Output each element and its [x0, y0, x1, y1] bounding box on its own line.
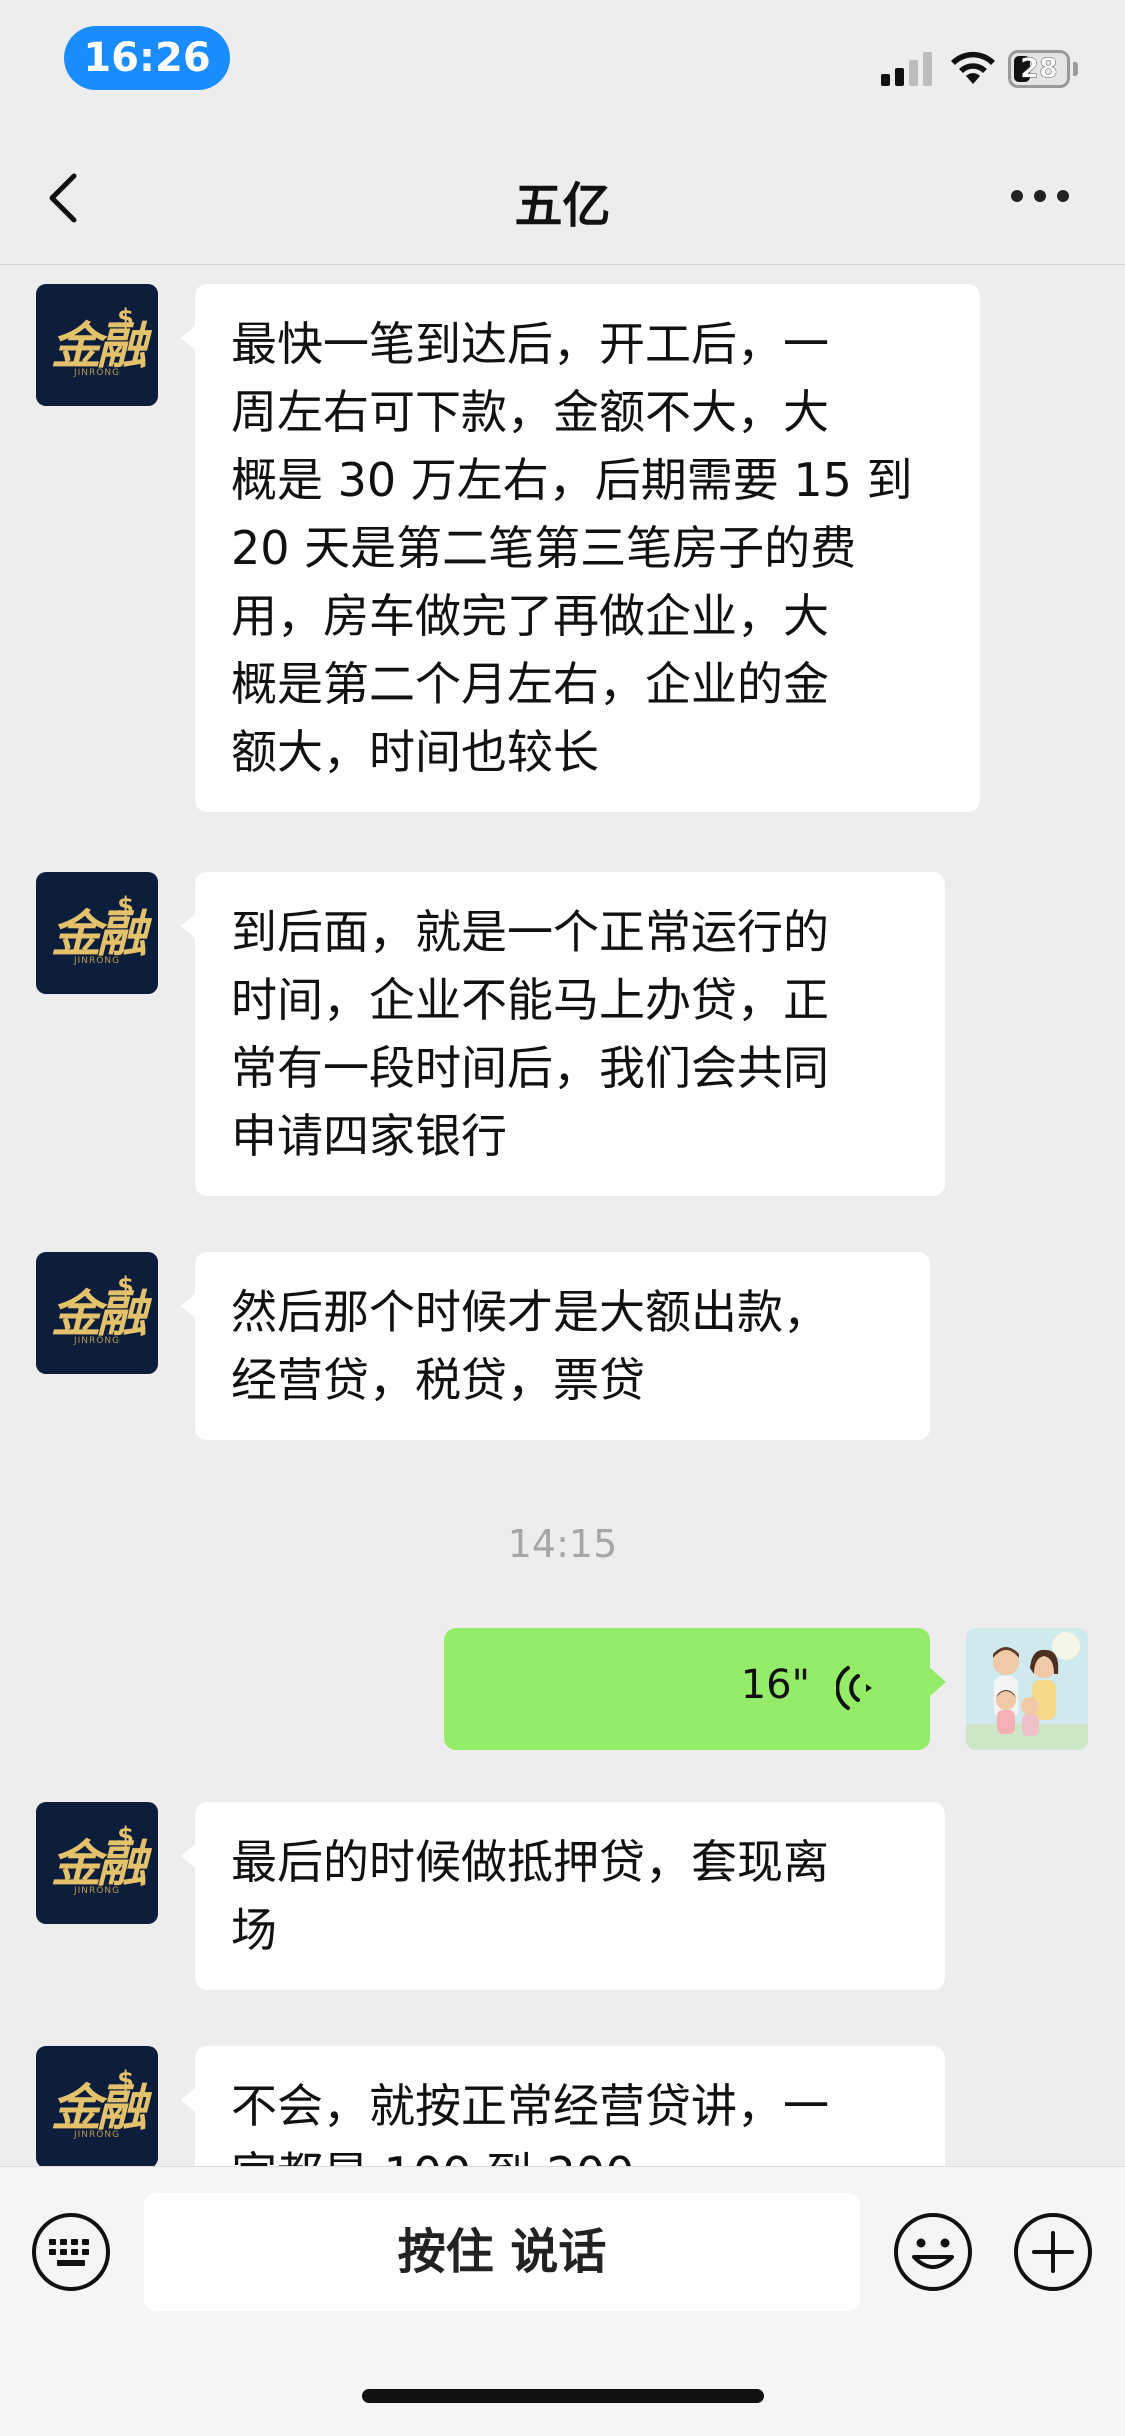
message-list[interactable]: 金融 $ JINRONG 最快一笔到达后，开工后，一 周左右可下款，金额不大，大…	[0, 266, 1125, 2166]
wifi-icon	[951, 51, 995, 84]
message-line: 用，房车做完了再做企业，大	[231, 589, 829, 643]
message-line: 场	[231, 1903, 277, 1957]
plus-icon[interactable]	[1012, 2211, 1094, 2293]
message-bubble[interactable]: 最后的时候做抵押贷，套现离 场	[181, 1802, 945, 1990]
message-line: 周左右可下款，金额不大，大	[231, 385, 829, 439]
message-line: 家都是 100 到 200	[231, 2140, 909, 2166]
message-timestamp: 14:15	[507, 1522, 618, 1566]
more-options-icon[interactable]	[1005, 182, 1075, 212]
message-line: 额大，时间也较长	[231, 725, 599, 779]
contact-avatar[interactable]: 金融 $ JINRONG	[36, 284, 158, 406]
message-line: 20 天是第二笔第三笔房子的费	[231, 521, 857, 575]
chat-title: 五亿	[514, 178, 611, 234]
message-line: 到后面，就是一个正常运行的	[231, 905, 829, 959]
avatar-subtext: JINRONG	[73, 1336, 121, 1346]
avatar-subtext: JINRONG	[73, 956, 121, 966]
message-line: 经营贷，税贷，票贷	[231, 1353, 645, 1407]
status-bar: 16:26 28	[0, 0, 1125, 130]
keyboard-icon[interactable]	[30, 2211, 112, 2293]
message-line: 概是第二个月左右，企业的金	[231, 657, 829, 711]
contact-avatar[interactable]: 金融 $ JINRONG	[36, 872, 158, 994]
home-indicator	[362, 2389, 764, 2403]
message-line: 时间，企业不能马上办贷，正	[231, 973, 829, 1027]
voice-wave-icon	[836, 1666, 872, 1710]
voice-duration: 16"	[740, 1662, 810, 1708]
message-bubble[interactable]: 最快一笔到达后，开工后，一 周左右可下款，金额不大，大 概是 30 万左右，后期…	[181, 284, 980, 812]
status-time: 16:26	[64, 26, 230, 90]
cellular-signal-icon	[881, 52, 933, 86]
message-line: 申请四家银行	[231, 1109, 507, 1163]
battery-cap	[1073, 62, 1078, 76]
message-bubble[interactable]: 到后面，就是一个正常运行的 时间，企业不能马上办贷，正 常有一段时间后，我们会共…	[181, 872, 945, 1196]
avatar-subtext: JINRONG	[73, 368, 121, 378]
avatar-dollar-sign: $	[117, 2066, 134, 2094]
message-bubble[interactable]: 不会，就按正常经营贷讲，一 家都是 100 到 200	[181, 2046, 945, 2166]
voice-message-bubble[interactable]: 16"	[444, 1628, 946, 1750]
message-line: 不会，就按正常经营贷讲，一	[231, 2079, 829, 2133]
battery-level: 28	[1020, 53, 1058, 85]
avatar-dollar-sign: $	[117, 1822, 134, 1850]
contact-avatar[interactable]: 金融 $ JINRONG	[36, 1252, 158, 1374]
emoji-icon[interactable]	[892, 2211, 974, 2293]
avatar-dollar-sign: $	[117, 304, 134, 332]
message-bubble[interactable]: 然后那个时候才是大额出款， 经营贷，税贷，票贷	[181, 1252, 930, 1440]
hold-to-talk-button[interactable]: 按住 说话	[144, 2193, 860, 2311]
message-line: 然后那个时候才是大额出款，	[231, 1285, 829, 1339]
avatar-dollar-sign: $	[117, 892, 134, 920]
contact-avatar[interactable]: 金融 $ JINRONG	[36, 1802, 158, 1924]
input-bar: 按住 说话	[0, 2166, 1125, 2436]
message-line: 概是 30 万左右，后期需要 15 到	[231, 453, 913, 507]
contact-avatar[interactable]: 金融 $ JINRONG	[36, 2046, 158, 2166]
avatar-subtext: JINRONG	[73, 2130, 121, 2140]
avatar-dollar-sign: $	[117, 1272, 134, 1300]
avatar-subtext: JINRONG	[73, 1886, 121, 1896]
battery-icon: 28	[1008, 50, 1070, 88]
self-avatar[interactable]	[966, 1628, 1088, 1750]
nav-bar: 五亿	[0, 130, 1125, 265]
message-line: 最快一笔到达后，开工后，一	[231, 317, 829, 371]
chat-screen: 16:26 28 五亿 金融 $ JINRONG 最快一笔到达后，开工后，一 周…	[0, 0, 1125, 2436]
message-line: 最后的时候做抵押贷，套现离	[231, 1835, 829, 1889]
message-line: 常有一段时间后，我们会共同	[231, 1041, 829, 1095]
